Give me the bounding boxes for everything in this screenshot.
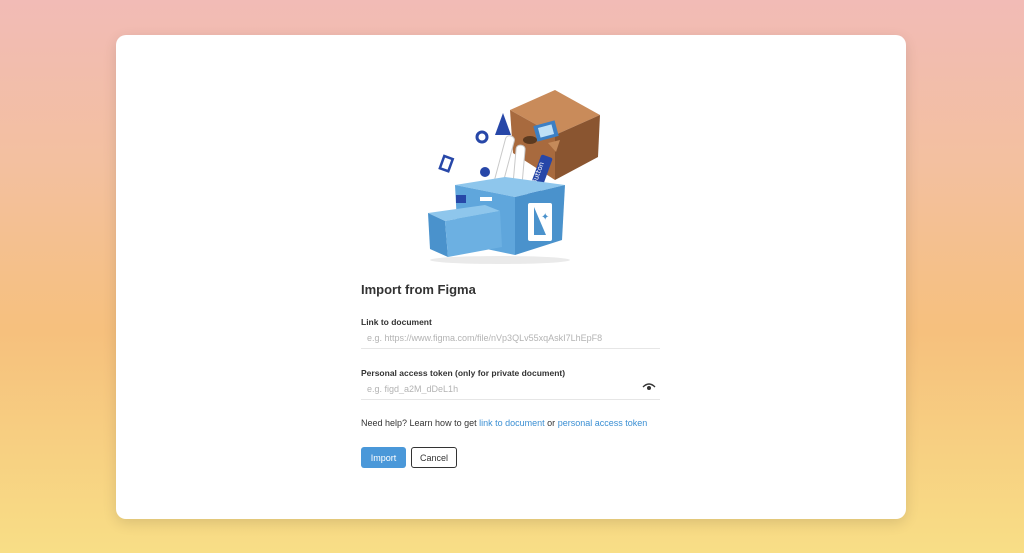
dialog-title: Import from Figma <box>361 282 476 297</box>
link-field-label: Link to document <box>361 317 432 327</box>
token-field-label: Personal access token (only for private … <box>361 368 566 378</box>
link-to-document-input[interactable] <box>361 327 660 349</box>
cancel-button[interactable]: Cancel <box>411 447 457 468</box>
import-button[interactable]: Import <box>361 447 406 468</box>
access-token-input[interactable] <box>361 378 660 400</box>
help-prefix: Need help? Learn how to get <box>361 418 477 428</box>
eye-icon[interactable] <box>642 382 656 392</box>
access-token-help-link[interactable]: personal access token <box>558 418 648 428</box>
organizer-box-icon: ✦ <box>428 177 565 257</box>
help-conjunction: or <box>547 418 556 428</box>
import-illustration: Button ✦ <box>428 90 600 264</box>
link-to-document-help-link[interactable]: link to document <box>479 418 545 428</box>
help-text: Need help? Learn how to get link to docu… <box>361 418 647 428</box>
svg-text:✦: ✦ <box>541 212 549 223</box>
